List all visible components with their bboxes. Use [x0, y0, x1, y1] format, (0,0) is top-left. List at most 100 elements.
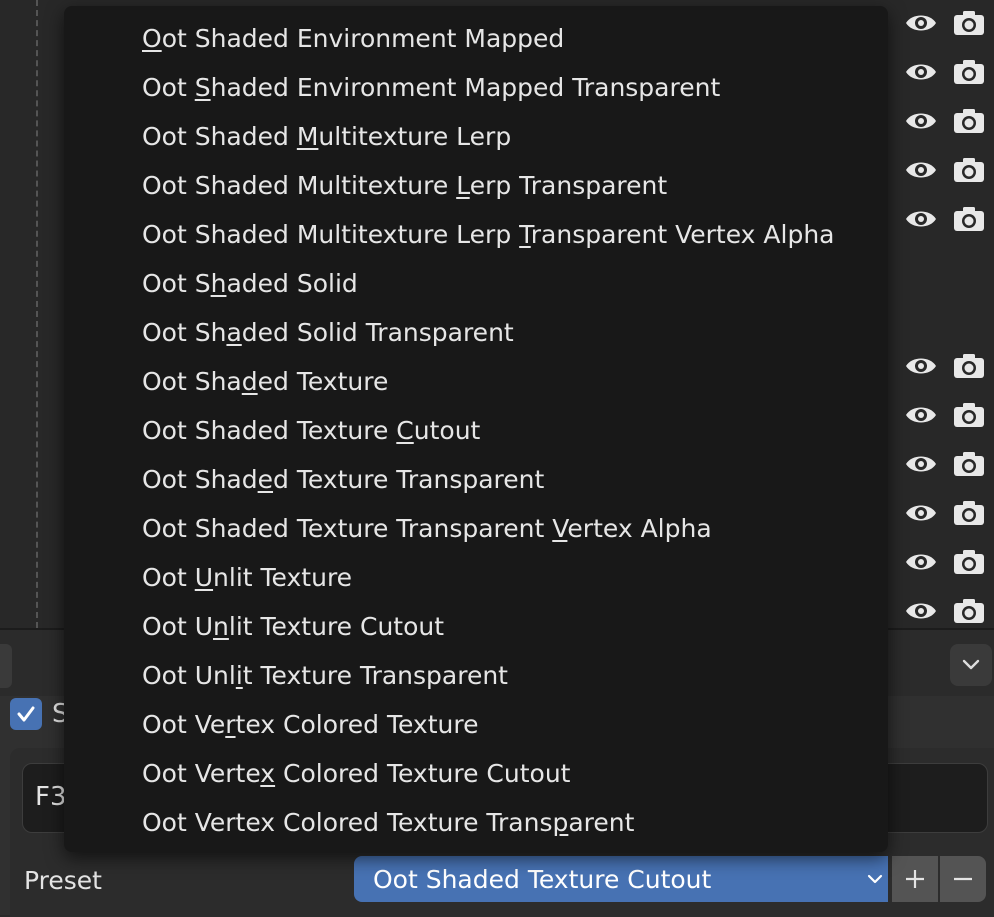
menu-item-text: tex Colored Texture [235, 710, 479, 739]
menu-item-accelerator: p [552, 808, 569, 837]
menu-item-text: Oot Ve [142, 710, 226, 739]
preset-value: Oot Shaded Texture Cutout [373, 864, 712, 894]
menu-item[interactable]: Oot Shaded Solid [142, 259, 882, 308]
panel-options-button[interactable] [950, 644, 992, 686]
visibility-toggles[interactable] [900, 439, 994, 488]
menu-item-accelerator: i [235, 661, 243, 690]
eye-icon [906, 358, 936, 373]
preset-label: Preset [24, 866, 102, 895]
menu-item-accelerator: V [552, 514, 568, 543]
visibility-toggles[interactable] [900, 194, 994, 243]
visibility-toggles[interactable] [900, 341, 994, 390]
menu-item-text: Oot [142, 73, 195, 102]
chevron-down-icon [867, 874, 883, 884]
preset-dropdown-menu: Oot Shaded Environment Mapped Oot Shaded … [64, 6, 888, 852]
eye-icon [906, 15, 936, 30]
menu-item-text: Oot Shaded [142, 122, 297, 151]
menu-item-text: erp Transparent [469, 171, 668, 200]
menu-item-text: ertex Alpha [567, 514, 712, 543]
menu-item[interactable]: Oot Shaded Texture Cutout [142, 406, 882, 455]
menu-item[interactable]: Oot Shaded Multitexture Lerp [142, 112, 882, 161]
menu-item[interactable]: Oot Shaded Texture Transparent Vertex Al… [142, 504, 882, 553]
menu-item[interactable]: Oot Shaded Environment Mapped [142, 14, 882, 63]
menu-item[interactable]: Oot Vertex Colored Texture Cutout [142, 749, 882, 798]
menu-item[interactable]: Oot Vertex Colored Texture Transparent [142, 798, 882, 847]
camera-icon [954, 598, 984, 623]
visibility-toggles[interactable] [900, 537, 994, 586]
menu-item-accelerator: n [213, 612, 229, 641]
menu-item[interactable]: Oot Shaded Environment Mapped Transparen… [142, 63, 882, 112]
menu-item-text: Oot Shaded Texture [142, 416, 397, 445]
eye-icon [906, 456, 936, 471]
add-preset-button[interactable] [892, 856, 938, 902]
menu-item-text: Oot Shaded Texture Transparent [142, 514, 553, 543]
menu-item-text: Oot Vertex Colored Texture Trans [142, 808, 553, 837]
menu-item-text: ded Solid Transparent [241, 318, 514, 347]
visibility-toggles[interactable] [900, 47, 994, 96]
eye-icon [906, 211, 936, 226]
camera-icon [954, 549, 984, 574]
menu-item-text: Oot U [142, 612, 214, 641]
menu-item-text: arent [568, 808, 635, 837]
menu-item-accelerator: C [396, 416, 414, 445]
menu-item[interactable]: Oot Unlit Texture Transparent [142, 651, 882, 700]
menu-item-text: Oot Shaded Multitexture Lerp [142, 220, 520, 249]
menu-item-text: lit Texture Cutout [228, 612, 445, 641]
menu-item-text: aded Solid [226, 269, 358, 298]
plus-icon [906, 870, 924, 888]
menu-item[interactable]: Oot Shaded Texture Transparent [142, 455, 882, 504]
menu-item-accelerator: L [456, 171, 470, 200]
menu-item-text: Oot Shaded Multitexture [142, 171, 457, 200]
camera-icon [954, 500, 984, 525]
camera-icon [954, 402, 984, 427]
menu-item[interactable]: Oot Unlit Texture [142, 553, 882, 602]
remove-preset-button[interactable] [940, 856, 986, 902]
menu-item-text: ultitexture Lerp [318, 122, 512, 151]
eye-icon [906, 113, 936, 128]
menu-item[interactable]: Oot Shaded Texture [142, 357, 882, 406]
camera-icon [954, 10, 984, 35]
menu-item-text: Oot [142, 563, 195, 592]
minus-icon [954, 877, 972, 881]
chevron-down-icon [962, 659, 980, 670]
menu-item-text: t Texture Transparent [242, 661, 508, 690]
preset-dropdown[interactable]: Oot Shaded Texture Cutout [354, 856, 888, 902]
eye-icon [906, 554, 936, 569]
tree-line [36, 0, 38, 628]
menu-item[interactable]: Oot Shaded Multitexture Lerp Transparent [142, 161, 882, 210]
menu-item-text: Oot Unl [142, 661, 236, 690]
menu-item-text: Oot Shad [142, 465, 258, 494]
menu-item-text: Oot Verte [142, 759, 261, 788]
eye-icon [906, 162, 936, 177]
menu-item-text: Oot S [142, 269, 211, 298]
menu-item[interactable]: Oot Unlit Texture Cutout [142, 602, 882, 651]
camera-icon [954, 206, 984, 231]
menu-item-accelerator: S [194, 73, 211, 102]
menu-item-accelerator: M [296, 122, 319, 151]
menu-item-text: d Texture Transparent [273, 465, 545, 494]
camera-icon [954, 108, 984, 133]
camera-icon [954, 157, 984, 182]
menu-item-accelerator: U [194, 563, 214, 592]
eye-icon [906, 603, 936, 618]
menu-item-text: utout [413, 416, 481, 445]
enable-checkbox[interactable] [10, 698, 42, 730]
menu-item[interactable]: Oot Shaded Solid Transparent [142, 308, 882, 357]
visibility-toggles[interactable] [900, 96, 994, 145]
visibility-toggles[interactable] [900, 488, 994, 537]
menu-item-accelerator: h [210, 269, 227, 298]
visibility-toggles[interactable] [900, 145, 994, 194]
menu-item-accelerator: d [241, 367, 258, 396]
menu-item-text: Oot Sha [142, 367, 242, 396]
menu-item[interactable]: Oot Shaded Multitexture Lerp Transparent… [142, 210, 882, 259]
menu-item-accelerator: r [225, 710, 236, 739]
menu-item-text: haded Environment Mapped Transparent [210, 73, 721, 102]
visibility-toggles[interactable] [900, 390, 994, 439]
visibility-toggles[interactable] [900, 0, 994, 47]
checkmark-icon [17, 706, 35, 722]
menu-item-text: nlit Texture [213, 563, 353, 592]
left-dropdown-button[interactable] [0, 644, 12, 688]
menu-item-text: ransparent Vertex Alpha [530, 220, 835, 249]
menu-item[interactable]: Oot Vertex Colored Texture [142, 700, 882, 749]
menu-item-text: Oot Sh [142, 318, 227, 347]
